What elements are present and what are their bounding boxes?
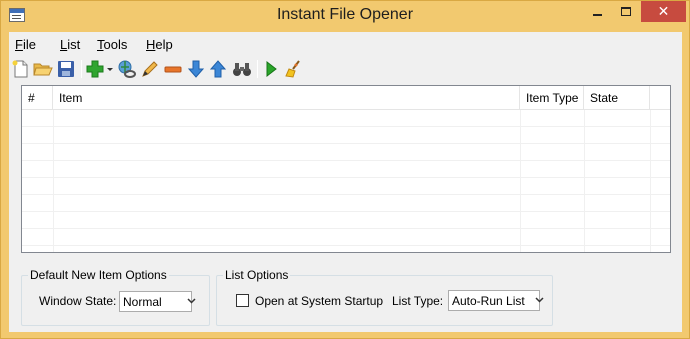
window-state-select[interactable]: Normal — [119, 291, 196, 312]
run-icon — [266, 60, 277, 78]
column-state-label: State — [590, 91, 619, 105]
window-state-label: Window State: — [39, 294, 117, 308]
menu-list[interactable]: List — [60, 37, 80, 52]
column-number[interactable]: # — [22, 86, 53, 110]
empty-row — [22, 161, 670, 178]
new-file-icon — [12, 60, 28, 78]
close-button[interactable]: ✕ — [641, 1, 686, 22]
menu-help-mnemonic: H — [146, 37, 156, 52]
menu-tools-rest: ools — [103, 37, 128, 52]
maximize-icon — [620, 7, 631, 16]
add-dropdown-arrow-icon — [107, 68, 113, 71]
menu-file[interactable]: File — [15, 37, 36, 52]
clear-broom-icon — [285, 60, 300, 78]
close-icon: ✕ — [657, 3, 670, 19]
remove-item-button[interactable] — [163, 59, 183, 79]
empty-row — [22, 144, 670, 161]
save-list-button[interactable] — [56, 59, 76, 79]
new-list-button[interactable] — [11, 59, 31, 79]
items-list[interactable]: # Item Item Type State — [21, 85, 671, 253]
menu-bar: File List Tools Help — [9, 32, 682, 54]
menu-tools[interactable]: Tools — [97, 37, 127, 52]
default-new-item-options-group: Default New Item Options Window State: N… — [21, 268, 210, 326]
edit-pencil-icon — [142, 61, 158, 77]
empty-row — [22, 229, 670, 246]
column-state[interactable]: State — [584, 86, 650, 110]
column-gridline — [520, 110, 521, 252]
menu-file-rest: ile — [22, 37, 36, 52]
list-rows — [22, 110, 670, 246]
remove-icon — [164, 66, 182, 73]
list-header: # Item Item Type State — [22, 86, 670, 110]
move-up-button[interactable] — [208, 59, 228, 79]
title-bar[interactable]: Instant File Opener ✕ — [1, 1, 689, 31]
minimize-button[interactable] — [584, 1, 611, 22]
toolbar — [9, 56, 682, 82]
empty-row — [22, 195, 670, 212]
list-type-label: List Type: — [392, 294, 444, 308]
add-link-button[interactable] — [117, 59, 137, 79]
column-item-label: Item — [59, 91, 83, 105]
edit-item-button[interactable] — [140, 59, 160, 79]
column-number-label: # — [28, 91, 35, 105]
menu-list-rest: ist — [67, 37, 81, 52]
list-type-select[interactable]: Auto-Run List — [448, 290, 544, 311]
column-gridline — [584, 110, 585, 252]
menu-file-mnemonic: F — [15, 37, 23, 52]
empty-row — [22, 178, 670, 195]
list-type-value: Auto-Run List — [452, 294, 525, 308]
column-item-type-label: Item Type — [526, 91, 579, 105]
open-at-startup-checkbox[interactable] — [236, 294, 249, 307]
column-item[interactable]: Item — [53, 86, 520, 110]
open-folder-icon — [33, 63, 53, 76]
maximize-button[interactable] — [612, 1, 639, 22]
column-gridline — [650, 110, 651, 252]
menu-help[interactable]: Help — [146, 37, 173, 52]
move-up-icon — [209, 60, 227, 78]
move-down-icon — [187, 60, 205, 78]
empty-row — [22, 127, 670, 144]
add-item-button[interactable] — [85, 59, 105, 79]
find-button[interactable] — [232, 59, 252, 79]
column-gridline — [53, 110, 54, 252]
list-options-title: List Options — [223, 268, 291, 282]
minimize-icon — [593, 14, 602, 16]
app-window: Instant File Opener ✕ File List Tools He… — [0, 0, 690, 339]
open-list-button[interactable] — [33, 59, 53, 79]
window-state-value: Normal — [123, 295, 162, 309]
add-item-dropdown[interactable] — [105, 59, 115, 79]
default-new-item-options-title: Default New Item Options — [28, 268, 169, 282]
run-button[interactable] — [261, 59, 281, 79]
toolbar-separator — [81, 60, 82, 78]
list-options-group: List Options Open at System Startup List… — [216, 268, 553, 326]
menu-help-rest: elp — [155, 37, 173, 52]
client-area: File List Tools Help # Item Item Type St… — [9, 32, 682, 332]
column-item-type[interactable]: Item Type — [520, 86, 584, 110]
toolbar-separator — [257, 60, 258, 78]
find-binoculars-icon — [233, 63, 251, 76]
open-at-startup-label[interactable]: Open at System Startup — [255, 294, 383, 308]
empty-row — [22, 110, 670, 127]
save-icon — [58, 61, 74, 77]
clear-button[interactable] — [283, 59, 303, 79]
move-down-button[interactable] — [186, 59, 206, 79]
add-item-icon — [86, 60, 104, 78]
empty-row — [22, 212, 670, 229]
link-icon — [118, 60, 136, 78]
